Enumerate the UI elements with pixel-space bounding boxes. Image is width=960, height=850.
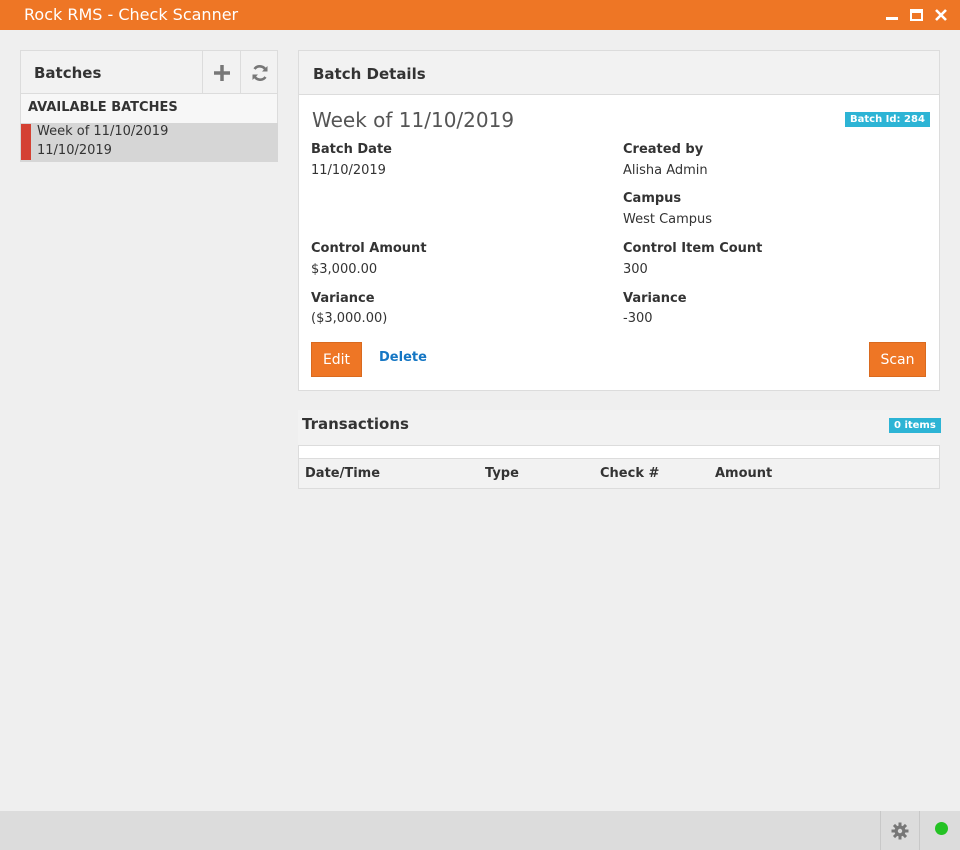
column-header-amount[interactable]: Amount [715, 466, 772, 481]
batch-details-title: Batch Details [313, 65, 426, 83]
maximize-icon[interactable] [906, 5, 926, 25]
transactions-panel: Transactions 0 items Date/Time Type Chec… [298, 410, 941, 489]
transactions-table-header: Date/Time Type Check # Amount [298, 458, 940, 489]
available-batches-label: AVAILABLE BATCHES [28, 100, 178, 115]
connection-status-indicator [935, 822, 948, 835]
refresh-batches-button[interactable] [240, 51, 278, 94]
transactions-title: Transactions [302, 415, 409, 433]
available-batches-header: AVAILABLE BATCHES [20, 94, 278, 123]
title-bar: Rock RMS - Check Scanner [0, 0, 960, 30]
add-batch-button[interactable] [202, 51, 240, 94]
plus-icon [213, 64, 230, 81]
transactions-spacer [298, 445, 940, 458]
batch-details-panel: Batch Details Week of 11/10/2019 Batch I… [298, 50, 940, 391]
batch-list-item[interactable]: Week of 11/10/2019 11/10/2019 [20, 123, 278, 162]
column-header-datetime[interactable]: Date/Time [305, 466, 380, 481]
edit-button[interactable]: Edit [311, 342, 362, 377]
created-by-label: Created by [623, 142, 704, 157]
batch-date-value: 11/10/2019 [311, 163, 386, 178]
created-by-value: Alisha Admin [623, 163, 708, 178]
batch-id-badge: Batch Id: 284 [845, 112, 930, 127]
gear-icon[interactable] [880, 811, 920, 850]
variance-count-label: Variance [623, 291, 687, 306]
refresh-icon [252, 64, 267, 81]
batch-status-bar [21, 124, 31, 160]
batch-date-label: Batch Date [311, 142, 392, 157]
control-amount-label: Control Amount [311, 241, 427, 256]
batches-header: Batches [20, 50, 278, 94]
variance-amount-value: ($3,000.00) [311, 311, 388, 326]
status-bar [0, 811, 960, 850]
variance-count-value: -300 [623, 311, 653, 326]
campus-label: Campus [623, 191, 682, 206]
scan-button[interactable]: Scan [869, 342, 926, 377]
transactions-header: Transactions 0 items [298, 410, 941, 445]
variance-amount-label: Variance [311, 291, 375, 306]
delete-link[interactable]: Delete [379, 350, 427, 365]
batch-name-heading: Week of 11/10/2019 [312, 108, 515, 132]
column-header-check-number[interactable]: Check # [600, 466, 659, 481]
batch-item-name: Week of 11/10/2019 [37, 124, 169, 139]
column-header-type[interactable]: Type [485, 466, 519, 481]
campus-value: West Campus [623, 212, 713, 227]
control-item-count-label: Control Item Count [623, 241, 763, 256]
batches-panel: Batches AVAILABLE BATCHES Week of 11/10/… [20, 50, 278, 162]
control-item-count-value: 300 [623, 262, 648, 277]
items-count-badge: 0 items [889, 418, 941, 433]
batches-title: Batches [34, 64, 102, 82]
batch-item-date: 11/10/2019 [37, 143, 112, 158]
close-icon[interactable] [931, 5, 951, 25]
minimize-icon[interactable] [882, 5, 902, 25]
batch-details-header: Batch Details [299, 51, 939, 95]
window-title: Rock RMS - Check Scanner [24, 5, 239, 24]
control-amount-value: $3,000.00 [311, 262, 378, 277]
